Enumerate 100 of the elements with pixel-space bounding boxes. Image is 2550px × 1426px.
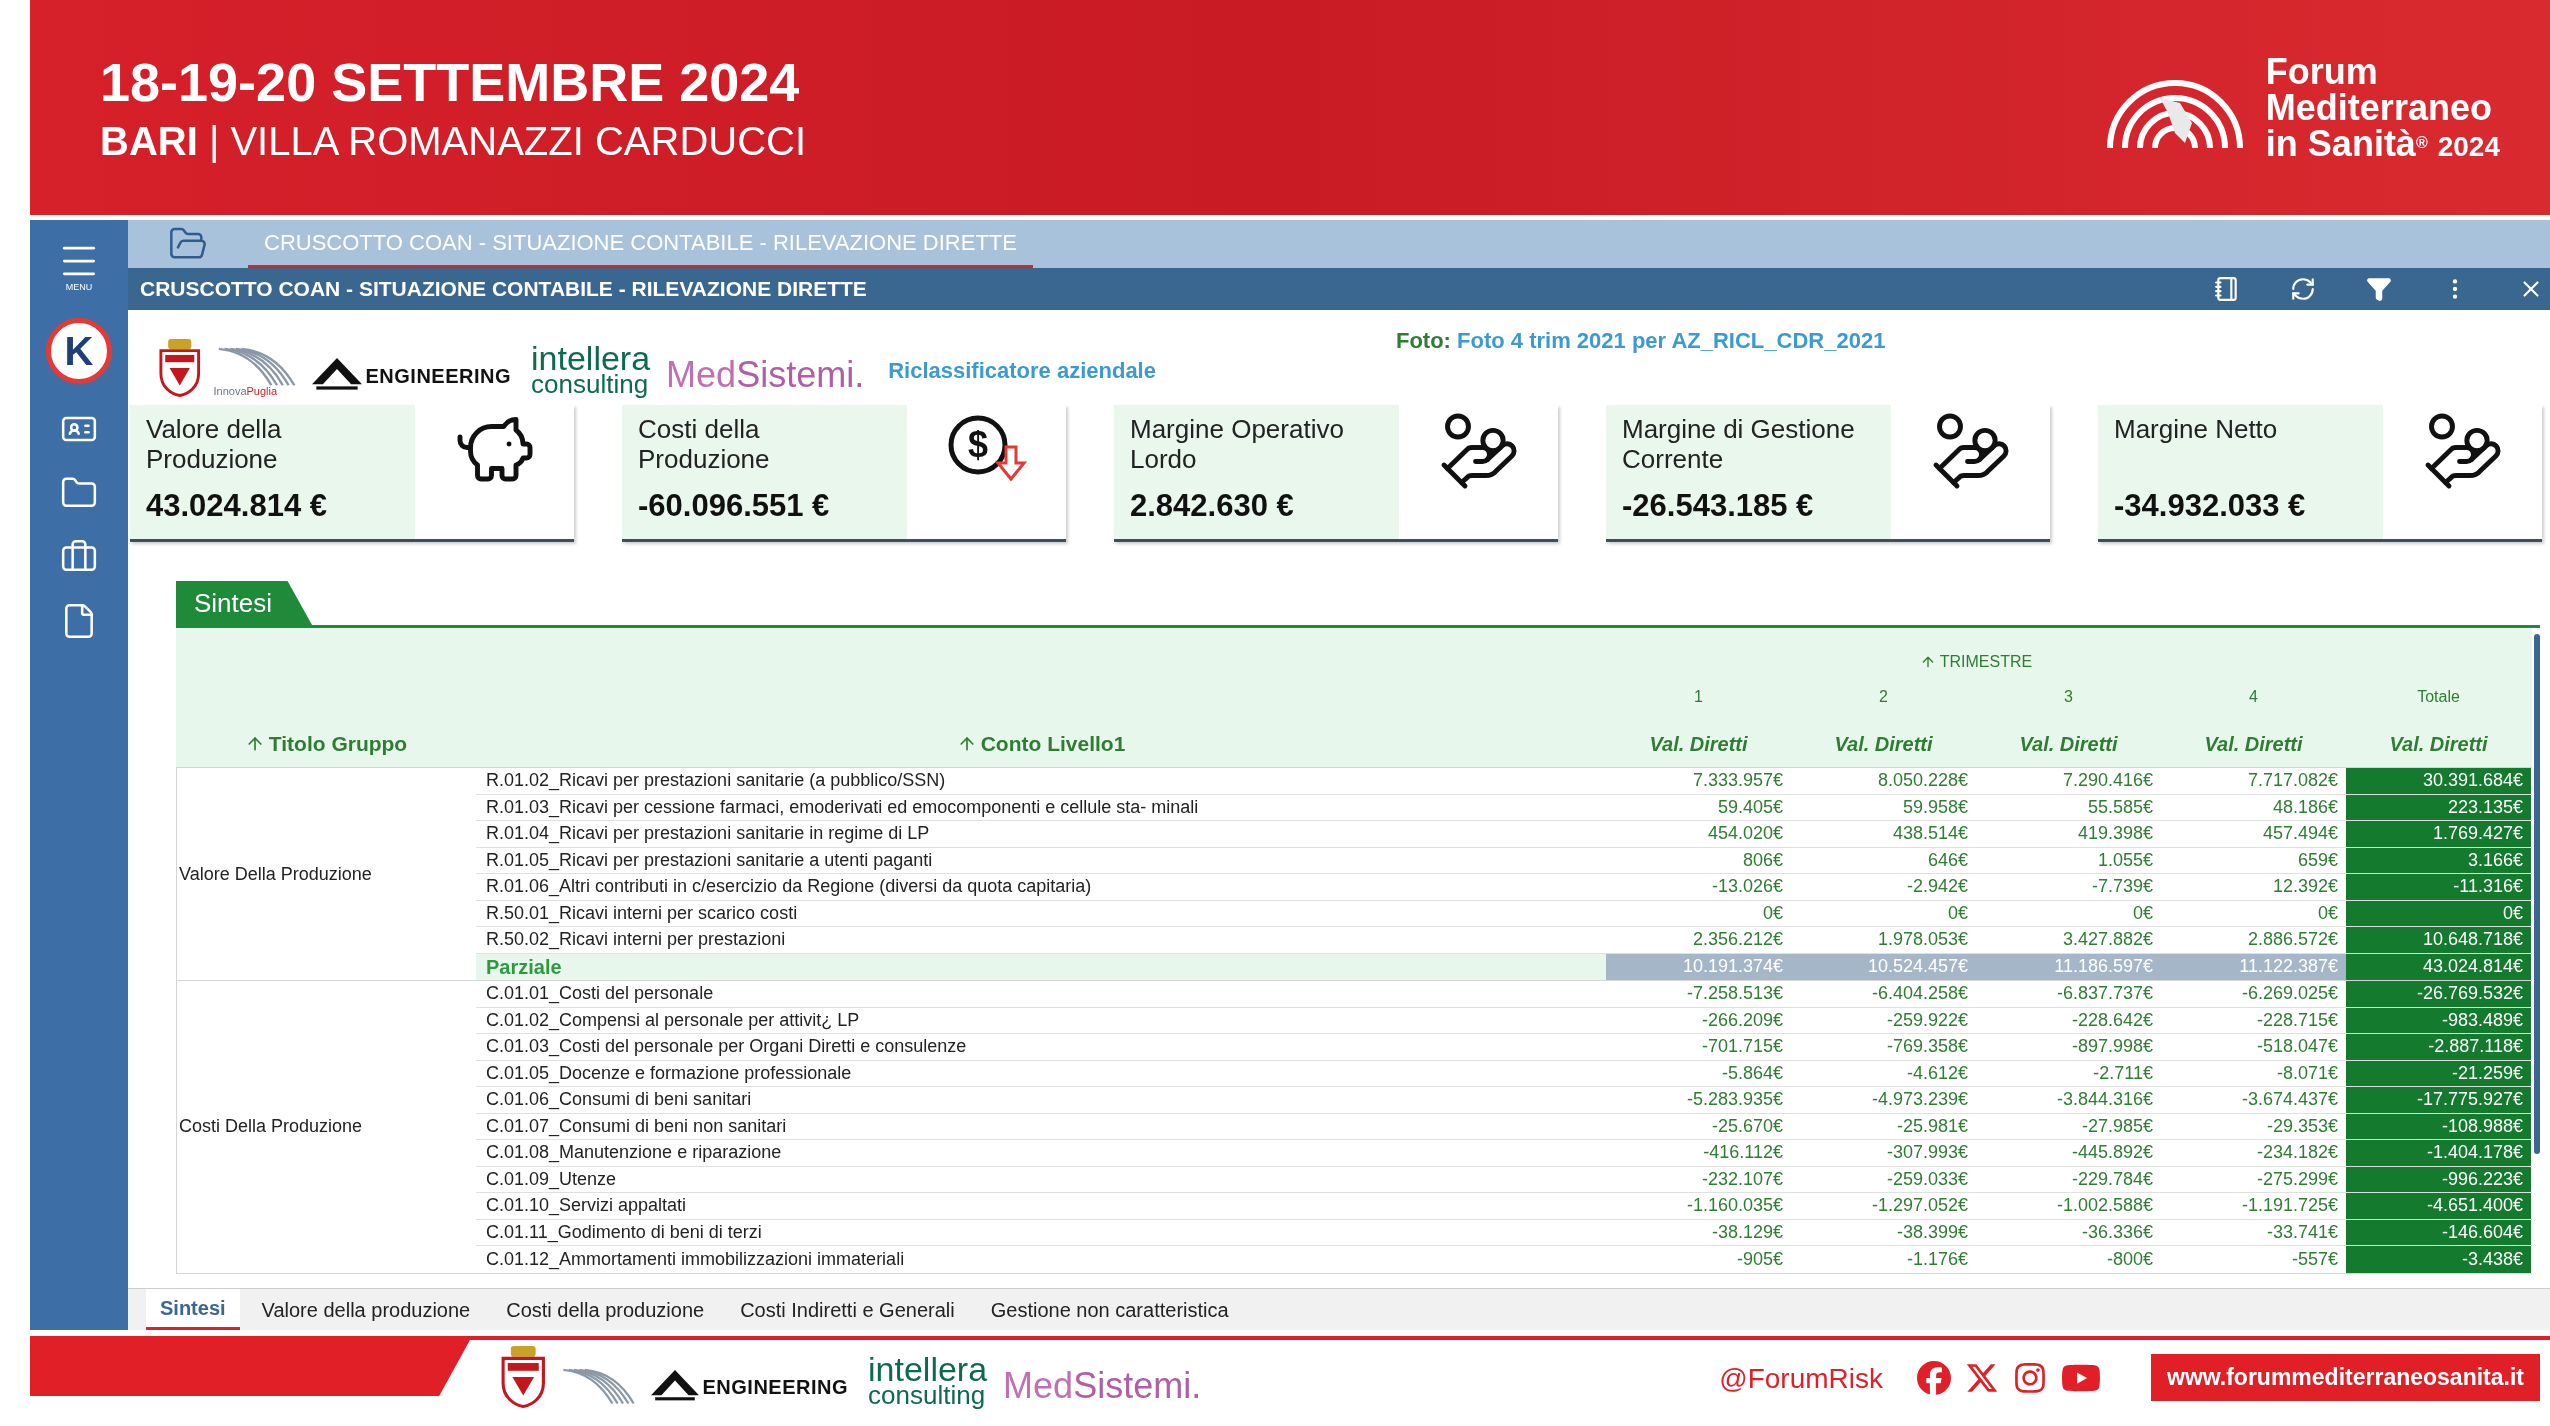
- value-cell: 10.524.457€: [1791, 953, 1976, 980]
- scrollbar[interactable]: [2534, 634, 2540, 1154]
- total-cell: -11.316€: [2346, 874, 2531, 900]
- window-title: CRUSCOTTO COAN - SITUAZIONE CONTABILE - RILEVAZIONE DIRETTE: [140, 276, 868, 303]
- x-icon[interactable]: [1965, 1361, 1999, 1395]
- kpi-value: -60.096.551 €: [638, 486, 831, 525]
- total-cell: -108.988€: [2346, 1113, 2531, 1139]
- total-cell: 0€: [2346, 900, 2531, 926]
- value-cell-text: -38.399€: [1895, 1220, 1969, 1244]
- value-cell-text: -1.160.035€: [1685, 1194, 1784, 1218]
- value-cell-text: 0€: [1946, 901, 1969, 925]
- sheet-tab[interactable]: Costi Indiretti e Generali: [726, 1289, 969, 1330]
- account-name: R.01.03_Ricavi per cessione farmaci, emoderivati ed emocomponenti e cellule sta- minali: [485, 795, 1200, 820]
- value-cell-text: -13.026€: [1710, 875, 1784, 899]
- value-cell-text: -307.993€: [1885, 1141, 1969, 1165]
- value-cell-text: 646€: [1926, 848, 1969, 872]
- value-cell-text: -1.297.052€: [1870, 1194, 1969, 1218]
- account-name: R.01.02_Ricavi per prestazioni sanitarie (a pubblico/SSN): [485, 769, 947, 793]
- sheet-tab[interactable]: Sintesi: [146, 1289, 240, 1330]
- value-cell-text: -259.922€: [1885, 1008, 1969, 1032]
- social-handle: @ForumRisk: [1719, 1362, 1883, 1396]
- menu-button[interactable]: MENU: [30, 220, 128, 310]
- value-cell-text: -518.047€: [2255, 1035, 2339, 1059]
- forum-logo-text: Mediterraneo: [2265, 89, 2493, 126]
- innovapuglia-logo-text: InnovaPuglia: [213, 386, 278, 397]
- value-cell-text: -557€: [2290, 1247, 2339, 1271]
- section-tab[interactable]: Sintesi: [176, 581, 313, 625]
- filter-icon[interactable]: [2366, 276, 2392, 302]
- value-cell-text: -228.642€: [2070, 1008, 2154, 1032]
- account-name: C.01.01_Costi del personale: [485, 982, 715, 1006]
- total-cell: -983.489€: [2346, 1007, 2531, 1033]
- coat-of-arms-icon: [500, 1346, 547, 1408]
- value-cell-text: -1.002.588€: [2055, 1194, 2154, 1218]
- engineering-logo-icon: [311, 358, 362, 393]
- measure-header: Val. Diretti: [2203, 731, 2304, 757]
- instagram-icon[interactable]: [2013, 1361, 2047, 1395]
- value-cell-text: -416.112€: [1702, 1141, 1784, 1165]
- value-cell-text: -232.107€: [1700, 1167, 1784, 1191]
- sheet-tab[interactable]: Costi della produzione: [492, 1289, 719, 1330]
- refresh-icon[interactable]: [2290, 276, 2316, 302]
- kpi-label: Margine Operativo Lordo: [1130, 415, 1345, 475]
- forum-logo-text: Forum: [2265, 53, 2379, 90]
- sheet-tab[interactable]: Gestione non caratteristica: [976, 1289, 1243, 1330]
- value-cell-text: 0€: [2131, 901, 2154, 925]
- website-link[interactable]: www.forummediterraneosanita.it: [2151, 1354, 2540, 1401]
- account-name: R.01.06_Altri contributi in c/esercizio da Regione (diversi da quota capitaria): [485, 875, 1093, 899]
- measure-header: Val. Diretti: [2388, 731, 2489, 757]
- medsistemi-logo-text: MedSistemi.: [1003, 1368, 1202, 1404]
- period-header: 3: [2063, 687, 2074, 707]
- column-header[interactable]: Conto Livello1: [476, 727, 1606, 760]
- total-cell: 223.135€: [2346, 794, 2531, 820]
- value-cell-text: 12.392€: [2271, 875, 2339, 899]
- period-header: Totale: [2416, 687, 2461, 707]
- value-cell-text: 806€: [1741, 848, 1784, 872]
- value-cell-text: -5.864€: [1720, 1061, 1784, 1085]
- sheet-tab[interactable]: Valore della produzione: [247, 1289, 485, 1330]
- value-cell-text: -36.336€: [2080, 1220, 2154, 1244]
- column-group-header[interactable]: TRIMESTRE: [1919, 650, 2033, 674]
- account-name: C.01.10_Servizi appaltati: [485, 1194, 688, 1218]
- value-cell-text: -2.711€: [2092, 1061, 2154, 1085]
- value-cell-text: 55.585€: [2086, 795, 2154, 819]
- total-cell: -3.438€: [2346, 1246, 2531, 1273]
- notebook-icon[interactable]: [2214, 276, 2240, 302]
- total-cell: 3.166€: [2346, 847, 2531, 873]
- engineering-logo-text: ENGINEERING: [365, 363, 512, 389]
- value-cell-text: -2.942€: [1905, 875, 1969, 899]
- value-cell-text: 59.405€: [1716, 795, 1784, 819]
- facebook-icon[interactable]: [1917, 1361, 1951, 1395]
- account-name: R.50.02_Ricavi interni per prestazioni: [485, 928, 787, 952]
- value-cell-text: 659€: [2296, 848, 2339, 872]
- report-title: Riclassificatore aziendale: [888, 357, 1156, 385]
- kpi-value: 43.024.814 €: [146, 486, 328, 525]
- account-name: C.01.03_Costi del personale per Organi Diretti e consulenze: [485, 1035, 968, 1059]
- total-cell: -2.887.118€: [2346, 1034, 2531, 1060]
- subtotal-label: Parziale: [476, 953, 1606, 980]
- value-cell-text: 419.398€: [2076, 822, 2154, 846]
- value-cell-text: -800€: [2105, 1247, 2154, 1271]
- kpi-value: -26.543.185 €: [1622, 486, 1815, 525]
- value-cell-text: -266.209€: [1700, 1008, 1784, 1032]
- value-cell: 10.191.374€: [1606, 953, 1791, 980]
- account-name: R.01.05_Ricavi per prestazioni sanitarie a utenti paganti: [485, 848, 934, 873]
- value-cell-text: -33.741€: [2265, 1220, 2339, 1244]
- column-header[interactable]: Titolo Gruppo: [176, 727, 476, 760]
- value-cell-text: -5.283.935€: [1685, 1088, 1784, 1112]
- value-cell-text: -905€: [1735, 1247, 1784, 1271]
- value-cell-text: -1.176€: [1905, 1247, 1969, 1271]
- period-header: 4: [2248, 687, 2259, 707]
- coat-of-arms-icon: [158, 339, 202, 397]
- group-title: Valore Della Produzione: [178, 862, 372, 886]
- value-cell-text: 438.514€: [1891, 822, 1969, 846]
- value-cell-text: -259.033€: [1885, 1167, 1969, 1191]
- value-cell-text: 0€: [2316, 901, 2339, 925]
- measure-header: Val. Diretti: [1833, 731, 1934, 757]
- value-cell-text: -234.182€: [2255, 1141, 2339, 1165]
- value-cell-text: 454.020€: [1706, 822, 1784, 846]
- account-name: C.01.07_Consumi di beni non sanitari: [485, 1114, 788, 1139]
- kpi-value: 2.842.630 €: [1130, 486, 1295, 525]
- value-cell-text: -25.670€: [1710, 1114, 1784, 1138]
- value-cell-text: -25.981€: [1895, 1114, 1969, 1138]
- account-name: C.01.02_Compensi al personale per attivit¿ LP: [485, 1008, 861, 1033]
